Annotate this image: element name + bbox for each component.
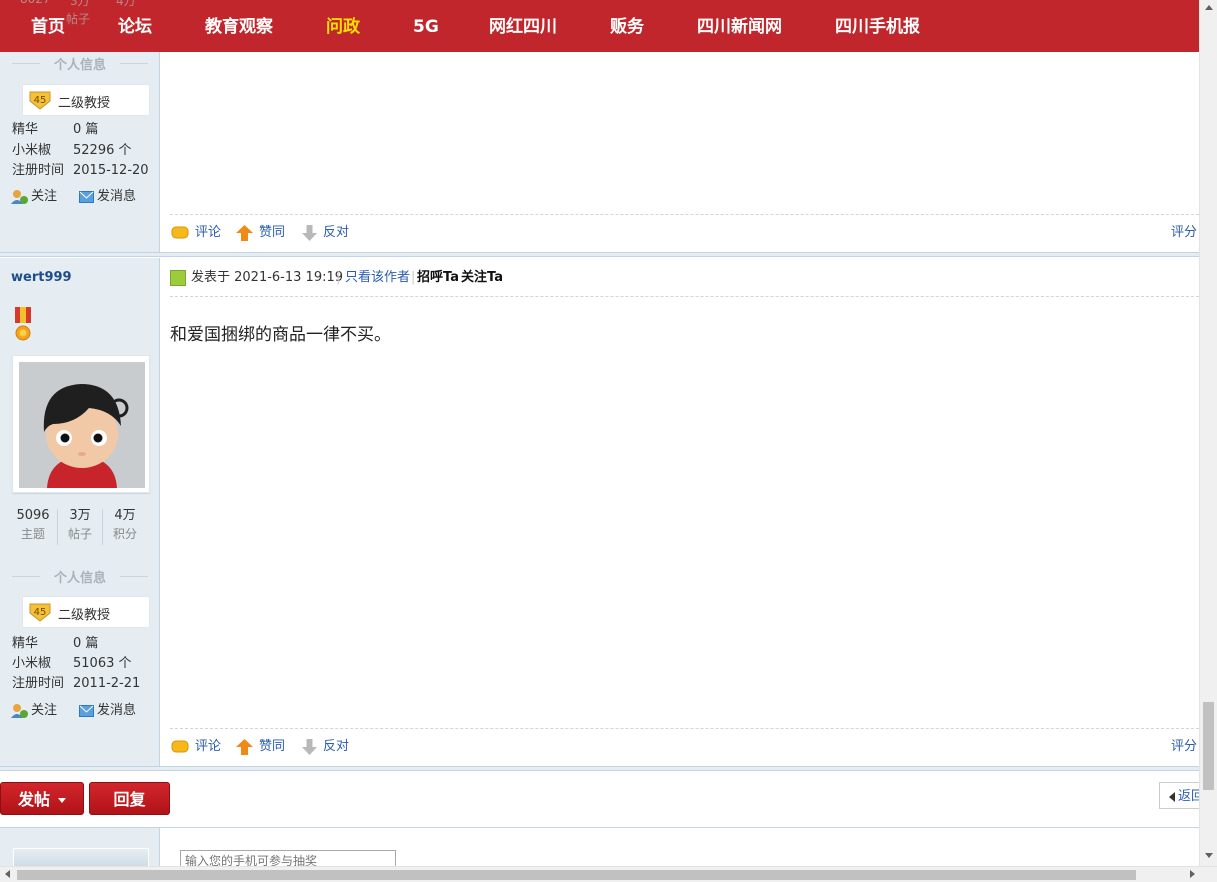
rank-badge-icon: 45: [29, 603, 51, 622]
rank-box: 45 二级教授: [22, 596, 150, 628]
rank-label: 二级教授: [58, 96, 111, 111]
chevron-down-icon: [58, 798, 66, 803]
oppose-button-prev[interactable]: 反对: [302, 223, 349, 243]
post-divider: [170, 214, 1199, 215]
post-separator: [0, 766, 1199, 771]
follow-button[interactable]: 关注: [11, 187, 57, 207]
post-divider: [170, 728, 1199, 729]
follow-icon: [11, 190, 28, 204]
comment-icon: [171, 740, 189, 752]
agree-button[interactable]: 赞同: [236, 737, 285, 757]
user-sidebar: wert999 5096主题 3万帖子 4万积分 个人信息 45 二级教授: [0, 258, 160, 766]
personal-info-title: 个人信息: [12, 567, 148, 586]
reply-user-sidebar: [0, 828, 160, 872]
follow-icon: [11, 704, 28, 718]
rank-badge-icon: 45: [29, 91, 51, 110]
thumb-down-arrow-icon: [302, 738, 317, 755]
medal-icon: [15, 307, 31, 341]
info-row-points: 小米椒 51063 个: [12, 656, 132, 671]
greet-link[interactable]: 招呼Ta: [417, 269, 459, 287]
horizontal-scrollbar[interactable]: [0, 866, 1217, 882]
svg-text:45: 45: [34, 95, 47, 106]
avatar-image: [19, 362, 145, 488]
nav-item-fanwu[interactable]: 贩务: [610, 0, 644, 52]
personal-info-title: 个人信息: [12, 54, 148, 73]
follow-author-link[interactable]: 关注Ta: [461, 269, 503, 287]
mail-icon: [79, 190, 94, 203]
post-content: 和爱国捆绑的商品一律不买。: [170, 325, 391, 345]
info-row-essence: 精华 0 篇: [12, 122, 99, 137]
nav-item-education[interactable]: 教育观察: [205, 0, 273, 52]
scroll-right-icon[interactable]: [1190, 870, 1195, 878]
nav-item-home[interactable]: 首页: [31, 0, 65, 52]
vertical-scroll-thumb[interactable]: [1203, 702, 1214, 790]
stat-posts[interactable]: 3万 帖子: [57, 507, 103, 543]
user-stats: 5096 主题 3万 帖子 4万 积分: [10, 507, 148, 547]
top-nav: 8027 3万 4万 帖子 首页 论坛 教育观察 问政 5G 网红四川 贩务 四…: [0, 0, 1199, 52]
scroll-up-icon[interactable]: [1205, 5, 1213, 10]
peek-stat-label: 帖子: [66, 12, 91, 26]
nav-item-forum[interactable]: 论坛: [118, 0, 152, 52]
nav-item-scnews[interactable]: 四川新闻网: [697, 0, 782, 52]
thumb-up-arrow-icon: [236, 738, 253, 755]
stat-threads[interactable]: 5096 主题: [10, 507, 56, 543]
quick-reply-area: [0, 827, 1199, 872]
post-separator: [0, 252, 1199, 257]
rate-button-prev[interactable]: 评分: [1171, 223, 1197, 243]
comment-button-prev[interactable]: 评论: [171, 223, 221, 243]
oppose-button[interactable]: 反对: [302, 737, 349, 757]
post-date: 发表于 2021-6-13 19:19: [191, 270, 344, 285]
author-username[interactable]: wert999: [11, 270, 72, 285]
peek-stat-2: 3万: [70, 0, 90, 8]
horizontal-scroll-thumb[interactable]: [17, 870, 1136, 880]
nav-item-5g[interactable]: 5G: [413, 0, 439, 52]
rank-box: 45 二级教授: [22, 84, 150, 116]
mail-icon: [79, 704, 94, 717]
scroll-down-icon[interactable]: [1205, 853, 1213, 858]
rank-label: 二级教授: [58, 608, 111, 623]
online-status-icon: [170, 270, 186, 286]
thumb-down-arrow-icon: [302, 224, 317, 241]
only-author-link[interactable]: 只看该作者: [345, 269, 410, 287]
svg-text:45: 45: [34, 607, 47, 618]
nav-item-wanghong[interactable]: 网红四川: [489, 0, 557, 52]
comment-button[interactable]: 评论: [171, 737, 221, 757]
avatar[interactable]: [12, 355, 150, 493]
thumb-up-arrow-icon: [236, 224, 253, 241]
info-row-points: 小米椒 52296 个: [12, 143, 132, 158]
vertical-scrollbar[interactable]: [1199, 0, 1217, 866]
meta-divider: |: [411, 270, 416, 285]
prev-user-sidebar: 个人信息 45 二级教授 精华 0 篇 小米椒 52296 个 注册时间 2015-1…: [0, 52, 160, 252]
agree-button-prev[interactable]: 赞同: [236, 223, 285, 243]
scroll-left-icon[interactable]: [5, 870, 10, 878]
nav-item-mobile-paper[interactable]: 四川手机报: [835, 0, 920, 52]
send-message-button[interactable]: 发消息: [79, 187, 136, 207]
nav-item-wenzheng[interactable]: 问政: [326, 0, 360, 52]
info-row-essence: 精华 0 篇: [12, 636, 99, 651]
new-post-button[interactable]: 发帖: [0, 782, 84, 815]
info-row-registered: 注册时间 2015-12-20: [12, 163, 149, 178]
meta-divider: |: [336, 270, 341, 285]
follow-button[interactable]: 关注: [11, 701, 57, 721]
rate-button[interactable]: 评分: [1171, 737, 1197, 757]
stat-credits[interactable]: 4万 积分: [102, 507, 148, 543]
reply-button[interactable]: 回复: [89, 782, 170, 815]
send-message-button[interactable]: 发消息: [79, 701, 136, 721]
comment-icon: [171, 226, 189, 238]
info-row-registered: 注册时间 2011-2-21: [12, 676, 141, 691]
post-divider: [170, 296, 1199, 297]
